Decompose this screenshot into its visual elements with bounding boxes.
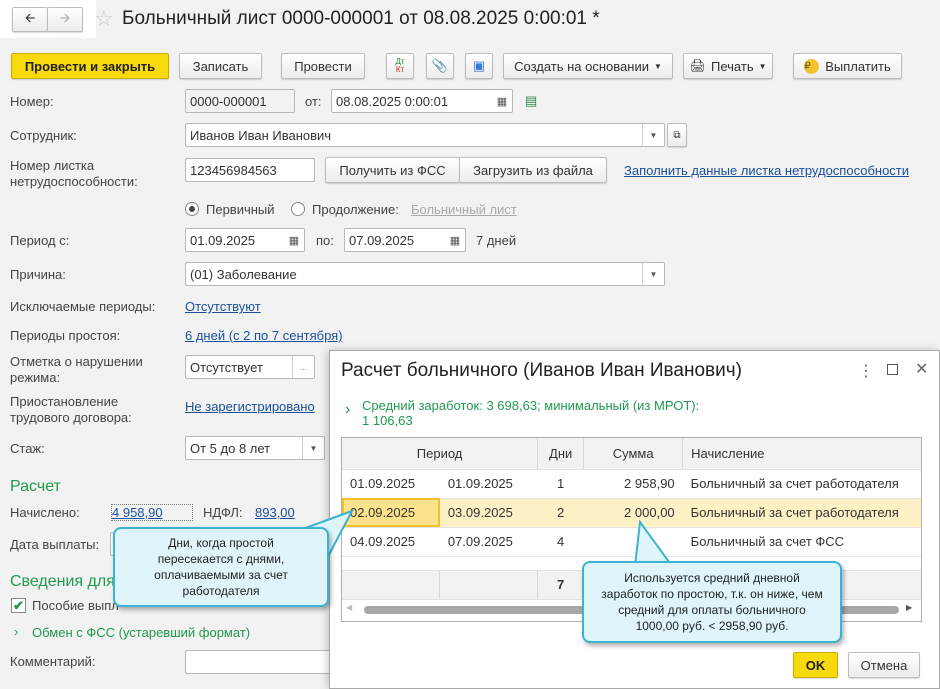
- callout-right-pointer: [633, 519, 674, 567]
- callout-left: Дни, когда простой пересекается с днями,…: [113, 527, 329, 607]
- callout-right: Используется средний дневной заработок п…: [582, 561, 842, 643]
